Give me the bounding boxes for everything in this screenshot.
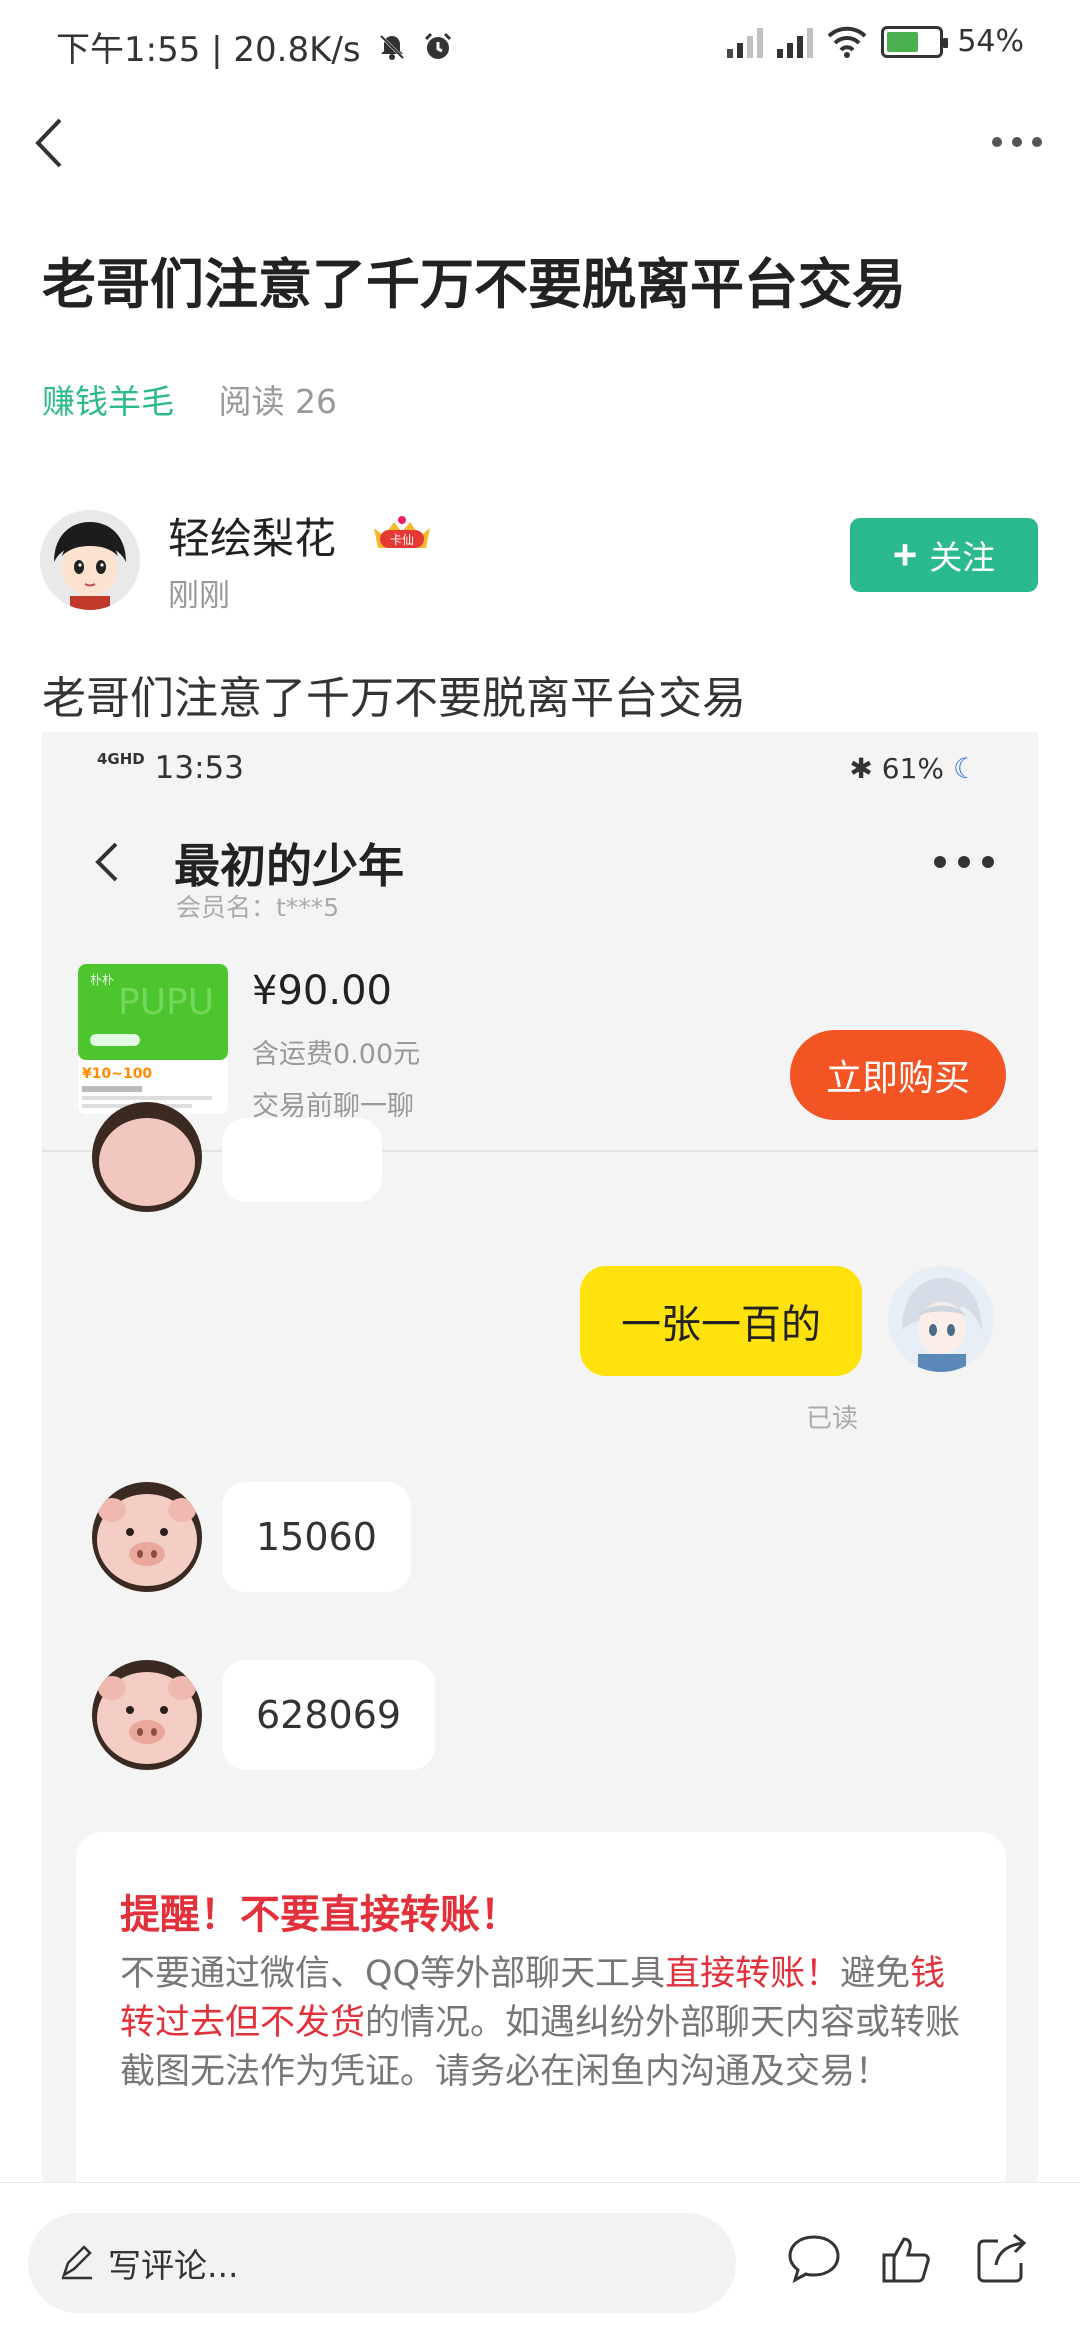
svg-text:PUPU: PUPU xyxy=(118,982,214,1023)
member-name: 会员名：t***5 xyxy=(176,893,340,922)
follow-button[interactable]: + 关注 xyxy=(850,518,1038,592)
user-badge: 卡仙 xyxy=(366,514,438,554)
my-avatar xyxy=(888,1266,994,1372)
category-link[interactable]: 赚钱羊毛 xyxy=(42,382,174,421)
product-thumbnail: 朴朴 PUPU ¥10~100 xyxy=(78,964,228,1114)
back-button[interactable] xyxy=(22,108,82,178)
moon-icon: ☾ xyxy=(952,752,978,785)
post-title: 老哥们注意了千万不要脱离平台交易 xyxy=(42,253,906,316)
status-indicators: 54% xyxy=(727,24,1024,59)
screenshot-status-right: ✱ 61% ☾ xyxy=(849,752,978,785)
more-options-button[interactable] xyxy=(982,120,1052,160)
screenshot-status-left: 4GHD 13:53 xyxy=(97,750,244,786)
battery-percent: 54% xyxy=(957,24,1024,59)
cartoon-boy-avatar xyxy=(40,510,140,610)
crown-badge-icon: 卡仙 xyxy=(374,516,430,548)
message-bubble: 15060 xyxy=(222,1482,411,1592)
wifi-icon xyxy=(827,26,867,58)
shipping-info: 含运费0.00元 xyxy=(252,1039,421,1070)
message-bubble: 628069 xyxy=(222,1660,436,1770)
product-price: ¥90.00 xyxy=(252,968,392,1014)
seller-avatar-partial xyxy=(92,1102,202,1212)
buy-now-button: 立即购买 xyxy=(790,1030,1006,1120)
signal-1-icon xyxy=(727,26,764,58)
status-bar: 下午1:55 | 20.8K/s 54% xyxy=(0,0,1080,95)
my-message-bubble: 一张一百的 xyxy=(580,1266,862,1376)
post-meta: 赚钱羊毛 阅读 26 xyxy=(42,375,337,423)
badge-label: 卡仙 xyxy=(390,533,414,547)
svg-text:朴朴: 朴朴 xyxy=(90,972,114,987)
warning-card: 提醒！不要直接转账！ 不要通过微信、QQ等外部聊天工具直接转账！避免钱转过去但不… xyxy=(76,1832,1006,2182)
screenshot-network: 4GHD xyxy=(97,750,145,768)
read-count: 阅读 26 xyxy=(218,382,337,421)
share-icon xyxy=(977,2233,1027,2283)
read-status: 已读 xyxy=(806,1404,859,1434)
comment-icon xyxy=(788,2235,840,2284)
mute-bell-icon xyxy=(380,34,405,60)
bottom-action-bar: 写评论... xyxy=(0,2182,1080,2340)
plus-icon: + xyxy=(892,531,918,578)
comment-input[interactable]: 写评论... xyxy=(28,2213,736,2313)
status-time-network: 下午1:55 | 20.8K/s xyxy=(56,22,454,71)
thumb-text: ¥10~100 xyxy=(82,1066,152,1082)
alarm-icon xyxy=(425,32,452,59)
author-avatar[interactable] xyxy=(40,510,140,610)
embedded-screenshot-image[interactable]: 4GHD 13:53 ✱ 61% ☾ 最初的少年 会员名：t***5 朴朴 PU… xyxy=(42,732,1038,2182)
author-name[interactable]: 轻绘梨花 xyxy=(168,505,336,566)
warning-body: 不要通过微信、QQ等外部聊天工具直接转账！避免钱转过去但不发货的情况。如遇纠纷外… xyxy=(120,1954,961,2092)
seller-avatar xyxy=(92,1660,202,1770)
signal-2-icon xyxy=(777,26,814,58)
bluetooth-icon: ✱ xyxy=(849,752,873,785)
battery-icon xyxy=(881,25,949,58)
screenshot-header: 4GHD 13:53 ✱ 61% ☾ 最初的少年 会员名：t***5 朴朴 PU… xyxy=(42,732,1038,1152)
comment-button[interactable] xyxy=(784,2229,844,2289)
post-time: 刚刚 xyxy=(168,578,230,614)
screenshot-more-icon xyxy=(930,852,998,872)
like-button[interactable] xyxy=(878,2229,938,2289)
follow-label: 关注 xyxy=(929,539,996,576)
seller-name: 最初的少年 xyxy=(174,839,404,893)
message-bubble-partial xyxy=(222,1118,382,1202)
pencil-icon xyxy=(61,2245,92,2280)
comment-placeholder: 写评论... xyxy=(108,2246,239,2285)
warning-title: 提醒！不要直接转账！ xyxy=(120,1892,520,1938)
more-horizontal-icon xyxy=(992,137,1042,147)
seller-avatar xyxy=(92,1482,202,1592)
share-button[interactable] xyxy=(972,2229,1032,2289)
post-body-text: 老哥们注意了千万不要脱离平台交易 xyxy=(42,673,746,724)
like-icon xyxy=(882,2237,930,2283)
chevron-left-icon xyxy=(35,118,62,168)
screenshot-back-icon xyxy=(86,832,126,892)
